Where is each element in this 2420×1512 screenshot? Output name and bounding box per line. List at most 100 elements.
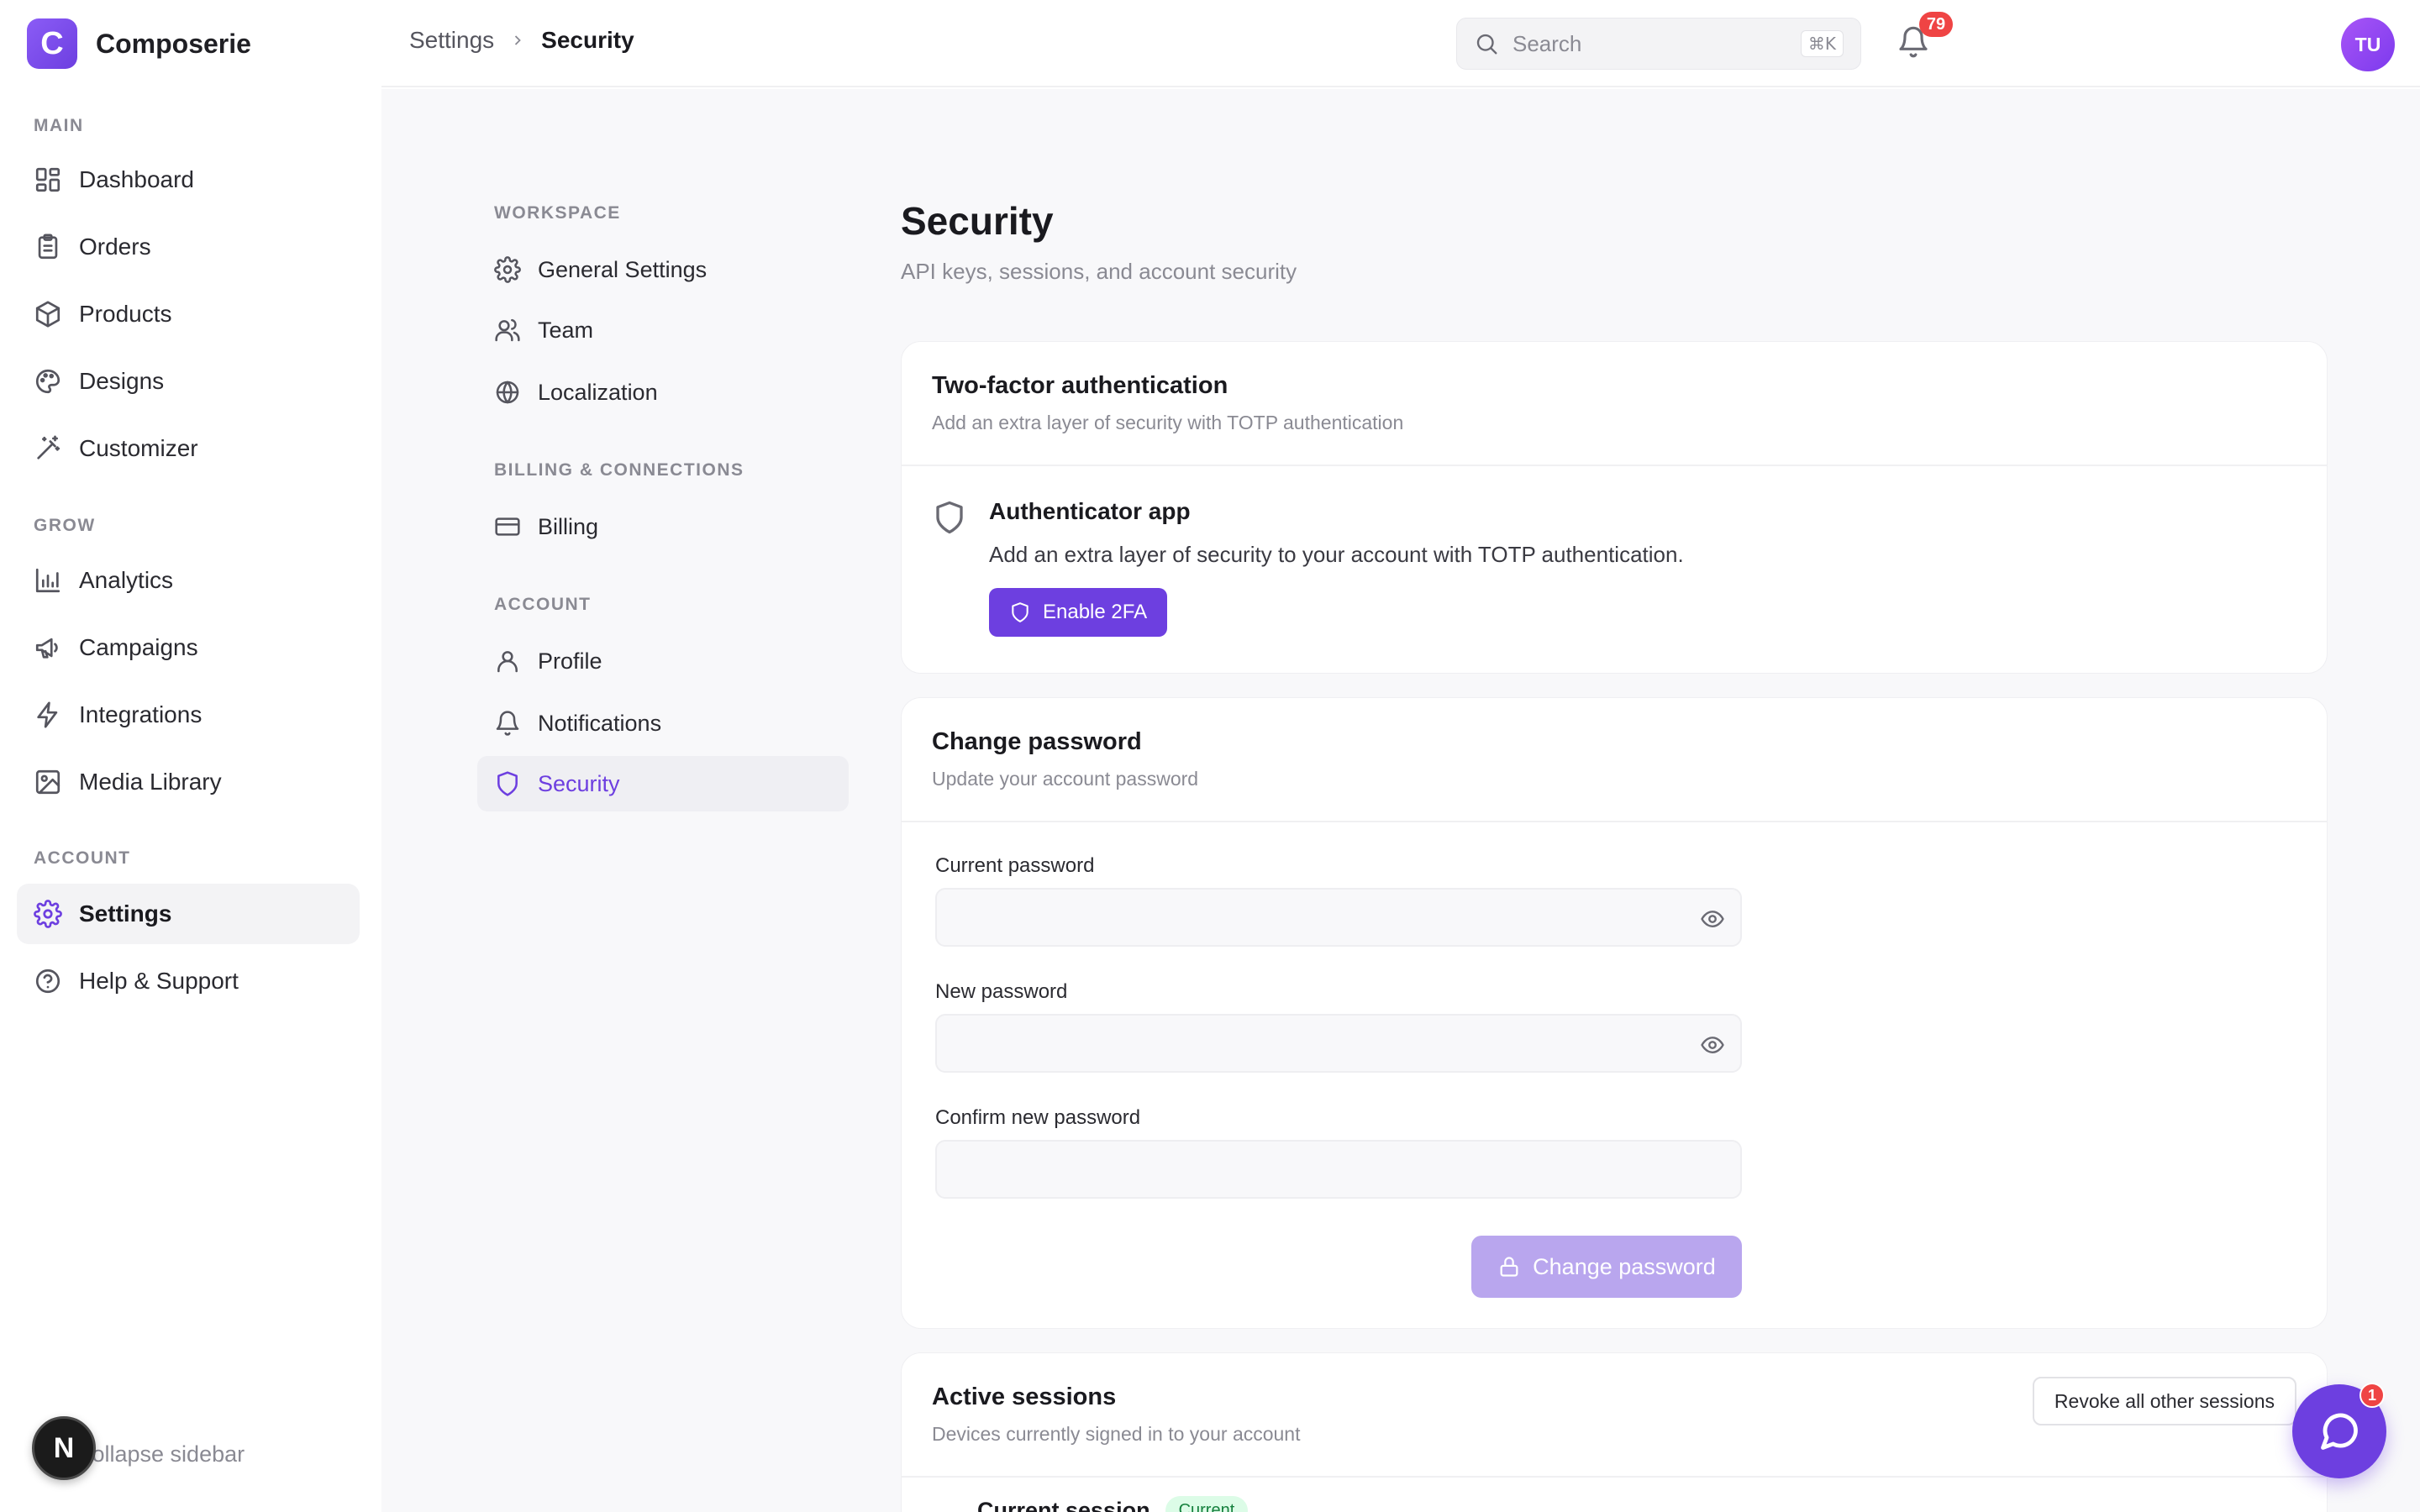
shield-icon <box>1012 602 1028 622</box>
settings-nav-security[interactable]: Security <box>477 756 849 811</box>
wand-icon <box>37 435 60 459</box>
avatar[interactable]: TU <box>2341 18 2395 71</box>
top-bar: Settings Security <box>381 0 2420 87</box>
gear-icon <box>34 900 62 928</box>
nav-section-grow: GROW <box>34 516 96 535</box>
eye-icon <box>1701 911 1724 927</box>
settings-nav-label: Security <box>538 770 620 796</box>
settings-nav-section-account: ACCOUNT <box>494 595 592 614</box>
sidebar-item-label: Dashboard <box>79 166 194 192</box>
sidebar-item-campaigns[interactable]: Campaigns <box>17 617 360 678</box>
change-password-card: Change password Update your account pass… <box>901 697 2328 1329</box>
toggle-current-password-visibility[interactable] <box>1700 906 1725 932</box>
sidebar-item-label: Media Library <box>79 769 222 795</box>
settings-nav-profile[interactable]: Profile <box>477 633 849 689</box>
settings-nav-label: Team <box>538 317 594 343</box>
breadcrumb-parent[interactable]: Settings <box>409 27 494 54</box>
sidebar-item-label: Campaigns <box>79 634 198 660</box>
sidebar-item-help-support[interactable]: Help & Support <box>17 951 360 1011</box>
dashboard-icon <box>35 167 60 192</box>
search-icon <box>1476 34 1497 55</box>
authenticator-app-title: Authenticator app <box>989 498 1191 524</box>
page-title: Security <box>901 199 1054 243</box>
gear-icon <box>494 256 521 283</box>
message-circle-icon <box>2321 1413 2358 1450</box>
two-factor-description: Add an extra layer of security with TOTP… <box>932 412 1404 433</box>
lock-icon <box>1500 1257 1518 1277</box>
card-header: Active sessions Devices currently signed… <box>902 1353 2327 1478</box>
current-session-badge: Current <box>1165 1496 1249 1512</box>
sidebar-item-label: Products <box>79 301 172 327</box>
sidebar-item-label: Help & Support <box>79 968 239 994</box>
settings-nav-billing[interactable]: Billing <box>477 499 849 554</box>
shield-icon <box>936 501 963 534</box>
sidebar-item-customizer[interactable]: Customizer <box>17 418 360 479</box>
search-bar[interactable]: ⌘K <box>1456 18 1861 70</box>
search-input[interactable] <box>1512 30 1801 57</box>
sidebar-item-dashboard[interactable]: Dashboard <box>17 150 360 210</box>
sidebar-item-integrations[interactable]: Integrations <box>17 685 360 745</box>
settings-nav-team[interactable]: Team <box>477 302 849 358</box>
sidebar-item-label: Customizer <box>79 435 198 461</box>
current-password-input[interactable] <box>937 890 1740 945</box>
search-shortcut: ⌘K <box>1800 30 1844 57</box>
sidebar-item-settings[interactable]: Settings <box>17 884 360 944</box>
shield-icon <box>497 771 518 796</box>
settings-nav-notifications[interactable]: Notifications <box>477 696 849 751</box>
box-icon <box>35 301 60 328</box>
sidebar-item-label: Designs <box>79 368 165 394</box>
change-password-button[interactable]: Change password <box>1471 1236 1742 1298</box>
collapse-sidebar-label: Collapse sidebar <box>76 1441 245 1467</box>
brand-name: Composerie <box>96 28 251 59</box>
current-password-field <box>935 888 1742 947</box>
credit-card-icon <box>495 517 520 536</box>
new-password-field <box>935 1014 1742 1073</box>
change-password-description: Update your account password <box>932 768 1199 790</box>
enable-2fa-button[interactable]: Enable 2FA <box>989 588 1168 637</box>
settings-nav-label: General Settings <box>538 256 708 282</box>
palette-icon <box>35 369 60 394</box>
confirm-password-input[interactable] <box>937 1142 1740 1197</box>
sidebar-item-products[interactable]: Products <box>17 284 360 344</box>
image-icon <box>35 769 60 795</box>
card-header: Two-factor authentication Add an extra l… <box>902 342 2327 466</box>
chevron-right-icon <box>515 35 521 45</box>
toggle-new-password-visibility[interactable] <box>1700 1032 1725 1058</box>
new-password-input[interactable] <box>937 1016 1740 1071</box>
current-session-label: Current session <box>977 1498 1150 1512</box>
help-circle-icon <box>35 969 60 994</box>
settings-nav-label: Billing <box>538 513 599 539</box>
confirm-password-field <box>935 1140 1742 1199</box>
authenticator-app-body: Authenticator app Add an extra layer of … <box>989 498 1684 637</box>
zap-icon <box>37 701 58 728</box>
settings-nav-label: Localization <box>538 379 658 405</box>
megaphone-icon <box>35 638 58 659</box>
revoke-sessions-button[interactable]: Revoke all other sessions <box>2032 1377 2296 1425</box>
settings-nav-section-billing: BILLING & CONNECTIONS <box>494 460 744 480</box>
users-icon <box>495 318 520 342</box>
globe-icon <box>496 381 519 404</box>
authenticator-app-row: Authenticator app Add an extra layer of … <box>932 498 1684 637</box>
bell-icon <box>496 711 519 736</box>
sidebar-item-analytics[interactable]: Analytics <box>17 550 360 611</box>
settings-nav-label: Profile <box>538 648 602 674</box>
current-password-label: Current password <box>935 854 1095 877</box>
sidebar-item-media-library[interactable]: Media Library <box>17 752 360 812</box>
settings-nav-localization[interactable]: Localization <box>477 365 849 420</box>
brand-logo: C <box>27 18 77 69</box>
change-password-label: Change password <box>1533 1253 1716 1279</box>
card-header: Change password Update your account pass… <box>902 698 2327 822</box>
two-factor-title: Two-factor authentication <box>932 372 1228 399</box>
sidebar-item-label: Analytics <box>79 567 174 593</box>
active-sessions-card: Active sessions Devices currently signed… <box>901 1352 2328 1512</box>
sidebar-item-label: Integrations <box>79 701 203 727</box>
current-session-row: Current session Current <box>977 1496 1249 1512</box>
nav-section-main: MAIN <box>34 116 84 135</box>
brand[interactable]: C Composerie <box>27 18 251 69</box>
dev-tools-badge[interactable]: N <box>32 1416 96 1480</box>
sidebar-item-orders[interactable]: Orders <box>17 217 360 277</box>
bar-chart-icon <box>35 568 60 593</box>
sidebar-item-designs[interactable]: Designs <box>17 351 360 412</box>
settings-nav-general-settings[interactable]: General Settings <box>477 242 849 297</box>
sidebar-item-label: Settings <box>79 900 172 927</box>
